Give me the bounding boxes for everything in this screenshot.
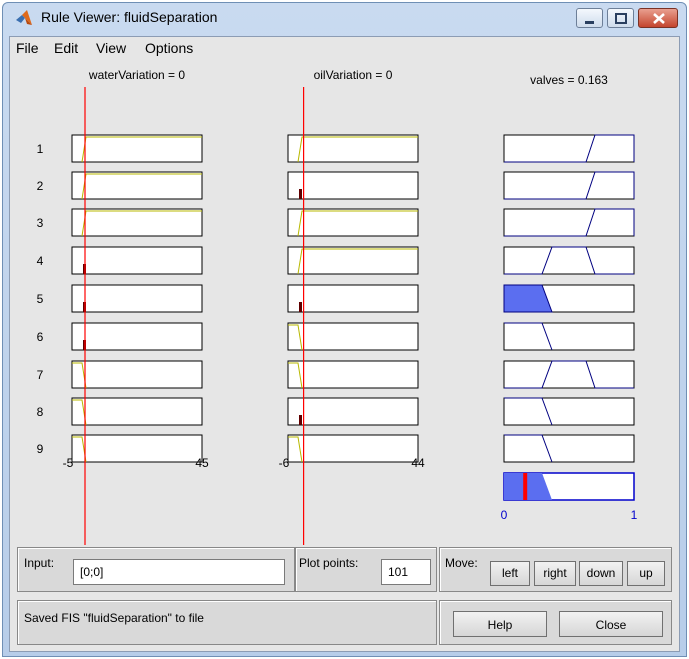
rule8-output-box bbox=[503, 397, 635, 426]
help-close-panel: Help Close bbox=[439, 600, 672, 645]
move-right-button[interactable]: right bbox=[534, 561, 576, 586]
rule-number-7: 7 bbox=[37, 368, 44, 382]
move-up-button[interactable]: up bbox=[627, 561, 665, 586]
plot-points-field[interactable]: 101 bbox=[381, 559, 431, 585]
input-panel: Input: [0;0] bbox=[17, 547, 295, 592]
output-range-min: 0 bbox=[501, 508, 508, 522]
rule8-input2-mf-spike bbox=[299, 415, 302, 425]
rule1-output-box bbox=[503, 134, 635, 163]
rule9-output-box bbox=[503, 434, 635, 463]
rule3-input1-box bbox=[71, 208, 203, 237]
title-bar: Rule Viewer: fluidSeparation bbox=[3, 3, 686, 33]
rule7-output-box bbox=[503, 360, 635, 389]
matlab-icon bbox=[16, 10, 32, 25]
input-label: Input: bbox=[24, 556, 55, 570]
rule-viewer-window: Rule Viewer: fluidSeparation File Edit V… bbox=[2, 2, 687, 657]
maximize-button[interactable] bbox=[607, 8, 634, 28]
rule4-output-box bbox=[503, 246, 635, 275]
rule9-input2-box bbox=[287, 434, 419, 463]
rule2-input2-mf-spike bbox=[299, 189, 302, 199]
window-title: Rule Viewer: fluidSeparation bbox=[41, 9, 218, 25]
rule5-input2-box bbox=[287, 284, 419, 313]
rule6-input1-box bbox=[71, 322, 203, 351]
rule-number-9: 9 bbox=[37, 442, 44, 456]
input1-header: waterVariation = 0 bbox=[88, 68, 185, 82]
rule-number-3: 3 bbox=[37, 216, 44, 230]
rule6-output-box bbox=[503, 322, 635, 351]
maximize-icon bbox=[615, 13, 627, 24]
rule2-output-box bbox=[503, 171, 635, 200]
input2-range-max: 44 bbox=[411, 456, 425, 470]
output-value-indicator bbox=[523, 473, 528, 500]
plot-points-panel: Plot points: 101 bbox=[295, 547, 437, 592]
rule1-input2-box bbox=[287, 134, 419, 163]
status-panel: Saved FIS "fluidSeparation" to file bbox=[17, 600, 437, 645]
help-button[interactable]: Help bbox=[453, 611, 547, 637]
rule3-input2-box bbox=[287, 208, 419, 237]
input2-range-min: -6 bbox=[279, 456, 290, 470]
menu-file[interactable]: File bbox=[16, 40, 39, 56]
rule6-input2-box bbox=[287, 322, 419, 351]
rule4-input2-box bbox=[287, 246, 419, 275]
output-header: valves = 0.163 bbox=[530, 73, 608, 87]
rule-number-5: 5 bbox=[37, 292, 44, 306]
move-panel: Move: left right down up bbox=[439, 547, 672, 592]
input-vector-field[interactable]: [0;0] bbox=[73, 559, 285, 585]
menu-options[interactable]: Options bbox=[145, 40, 193, 56]
minimize-button[interactable] bbox=[576, 8, 603, 28]
close-icon bbox=[653, 13, 665, 24]
input1-range-min: -5 bbox=[63, 456, 74, 470]
rule8-input1-box bbox=[71, 397, 203, 426]
move-left-button[interactable]: left bbox=[490, 561, 530, 586]
rule-number-8: 8 bbox=[37, 405, 44, 419]
close-button[interactable]: Close bbox=[559, 611, 663, 637]
rule3-output-box bbox=[503, 208, 635, 237]
window-close-button[interactable] bbox=[638, 8, 678, 28]
rule-plot-area[interactable]: waterVariation = 0 oilVariation = 0 valves… bbox=[10, 59, 679, 557]
rule5-input2-mf-spike bbox=[299, 302, 302, 312]
menu-view[interactable]: View bbox=[96, 40, 126, 56]
input1-range-max: 45 bbox=[195, 456, 209, 470]
move-label: Move: bbox=[445, 556, 478, 570]
rule8-input2-box bbox=[287, 397, 419, 426]
minimize-icon bbox=[585, 21, 594, 24]
rule4-input1-box bbox=[71, 246, 203, 275]
rule9-input1-box bbox=[71, 434, 203, 463]
rule2-input2-box bbox=[287, 171, 419, 200]
menu-bar: File Edit View Options bbox=[10, 37, 679, 59]
rule-number-1: 1 bbox=[37, 142, 44, 156]
status-message: Saved FIS "fluidSeparation" to file bbox=[24, 611, 204, 625]
rule7-input1-box bbox=[71, 360, 203, 389]
output-range-max: 1 bbox=[631, 508, 638, 522]
client-area: File Edit View Options waterVariation = … bbox=[9, 36, 680, 652]
plot-points-label: Plot points: bbox=[299, 556, 359, 570]
move-down-button[interactable]: down bbox=[579, 561, 623, 586]
rule5-input1-box bbox=[71, 284, 203, 313]
rule-number-2: 2 bbox=[37, 179, 44, 193]
rule2-input1-box bbox=[71, 171, 203, 200]
rule7-input2-box bbox=[287, 360, 419, 389]
rule-number-4: 4 bbox=[37, 254, 44, 268]
menu-edit[interactable]: Edit bbox=[54, 40, 78, 56]
input2-header: oilVariation = 0 bbox=[314, 68, 393, 82]
rule1-input1-box bbox=[71, 134, 203, 163]
rule-number-6: 6 bbox=[37, 330, 44, 344]
